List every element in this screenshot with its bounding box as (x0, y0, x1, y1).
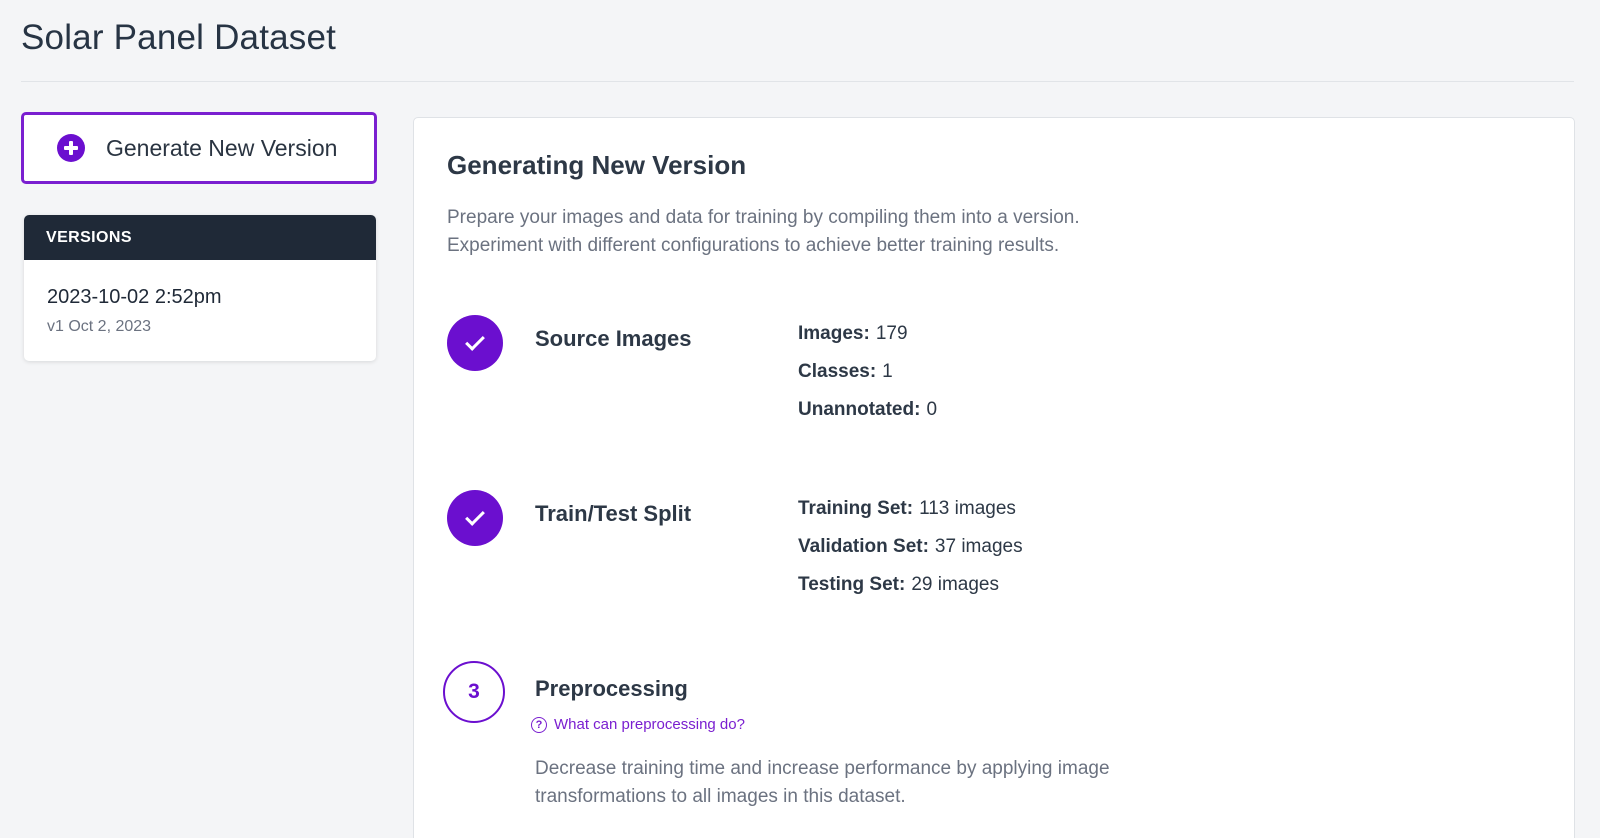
step-preprocessing-number: 3 (443, 661, 505, 723)
plus-circle-icon (57, 134, 85, 162)
version-item[interactable]: 2023-10-02 2:52pm v1 Oct 2, 2023 (24, 260, 376, 336)
help-link-label: What can preprocessing do? (554, 716, 745, 733)
page: Solar Panel Dataset Generate New Version… (0, 0, 1600, 838)
panel-description: Prepare your images and data for trainin… (447, 204, 1080, 260)
stat-value: 29 images (911, 574, 999, 595)
generate-button-label: Generate New Version (106, 134, 338, 161)
preprocessing-help-link[interactable]: ? What can preprocessing do? (531, 716, 745, 733)
step-train-test-split-status (447, 490, 503, 546)
question-circle-icon: ? (531, 716, 547, 733)
step-train-test-split-title[interactable]: Train/Test Split (535, 501, 691, 527)
stat-training-set: Training Set: 113 images (798, 498, 1016, 520)
stat-validation-set: Validation Set: 37 images (798, 536, 1023, 558)
stat-value: 113 images (919, 498, 1016, 519)
stat-label: Testing Set: (798, 574, 906, 595)
step-preprocessing-title: Preprocessing (535, 676, 688, 701)
preprocessing-description-line-2: transformations to all images in this da… (535, 786, 906, 807)
panel-title: Generating New Version (447, 150, 747, 180)
generate-version-panel: Generating New Version Prepare your imag… (413, 117, 1575, 838)
stat-label: Images: (798, 323, 870, 344)
stat-label: Unannotated: (798, 399, 921, 420)
stat-testing-set: Testing Set: 29 images (798, 574, 999, 596)
page-title: Solar Panel Dataset (21, 18, 337, 57)
stat-unannotated: Unannotated: 0 (798, 399, 937, 421)
title-divider (21, 81, 1574, 82)
stat-value: 179 (875, 323, 908, 344)
version-date: 2023-10-02 2:52pm (47, 286, 222, 308)
generate-new-version-button[interactable]: Generate New Version (21, 112, 377, 184)
stat-images: Images: 179 (798, 323, 908, 345)
version-subtitle: v1 Oct 2, 2023 (47, 318, 152, 335)
stat-label: Validation Set: (798, 536, 929, 557)
panel-description-line-1: Prepare your images and data for trainin… (447, 207, 1080, 228)
stat-label: Classes: (798, 361, 877, 382)
check-icon (465, 331, 485, 351)
step-source-images-status (447, 315, 503, 371)
check-icon (465, 506, 485, 526)
step-source-images-title[interactable]: Source Images (535, 326, 692, 352)
stat-classes: Classes: 1 (798, 361, 893, 383)
versions-header: VERSIONS (24, 215, 376, 260)
versions-card: VERSIONS 2023-10-02 2:52pm v1 Oct 2, 202… (24, 215, 376, 361)
stat-value: 1 (882, 361, 893, 382)
stat-value: 0 (926, 399, 938, 420)
preprocessing-description: Decrease training time and increase perf… (535, 755, 1110, 811)
stat-value: 37 images (934, 536, 1023, 557)
panel-description-line-2: Experiment with different configurations… (447, 235, 1060, 256)
step-number: 3 (468, 680, 480, 703)
stat-label: Training Set: (798, 498, 914, 519)
preprocessing-description-line-1: Decrease training time and increase perf… (535, 758, 1110, 779)
